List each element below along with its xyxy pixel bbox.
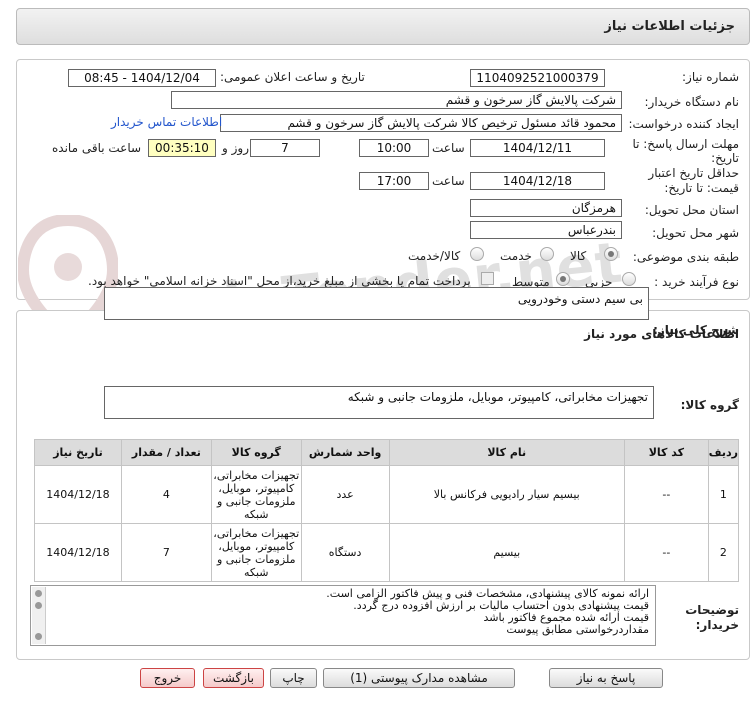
col-row: ردیف [707, 439, 740, 466]
buyer-notes-field: ارائه نمونه کالای پیشنهادی، مشخصات فنی و… [30, 585, 656, 646]
remaining-time-field: 00:35:10 [148, 139, 216, 157]
item-date: 1404/12/18 [34, 523, 122, 582]
exit-button[interactable]: خروج [140, 668, 195, 688]
col-unit: واحد شمارش [300, 439, 390, 466]
col-date: تاریخ نیاز [34, 439, 122, 466]
col-name: نام کالا [388, 439, 625, 466]
goods-section-title: اطلاعات کالاهای مورد نیاز [584, 327, 739, 341]
item-unit: عدد [300, 465, 390, 524]
validity-label: حداقل تاریخ اعتبار [648, 166, 739, 180]
creator-field: محمود قائد مسئول ترخیص کالا شرکت پالایش … [220, 114, 622, 132]
process-radio-minor[interactable] [622, 272, 636, 286]
goods-group-label: گروه کالا: [680, 398, 739, 412]
item-group-line: تجهیزات مخابراتی، [213, 468, 300, 482]
category-label: طبقه بندی موضوعی: [632, 250, 739, 264]
category-radio-service[interactable] [540, 247, 554, 261]
process-radio-medium[interactable] [556, 272, 570, 286]
notes-scrollbar[interactable] [32, 587, 46, 644]
deadline-label-2: تاریخ: [711, 151, 739, 165]
table-row: 1 -- بیسیم سیار رادیویی فرکانس بالا عدد … [34, 465, 740, 524]
creator-label: ایجاد کننده درخواست: [628, 117, 739, 131]
col-group: گروه کالا [210, 439, 302, 466]
city-field: بندرعباس [470, 221, 622, 239]
goods-group-field: تجهیزات مخابراتی، کامپیوتر، موبایل، ملزو… [104, 386, 654, 419]
validity-time-label: ساعت [432, 174, 465, 188]
print-button[interactable]: چاپ [270, 668, 317, 688]
deadline-time-field: 10:00 [359, 139, 429, 157]
treasury-payment-checkbox[interactable] [481, 272, 494, 285]
validity-date-field: 1404/12/18 [470, 172, 605, 190]
col-code: کد کالا [623, 439, 709, 466]
deadline-time-label: ساعت [432, 141, 465, 155]
row-number: 1 [707, 465, 740, 524]
contact-buyer-link[interactable]: اطلاعات تماس خریدار [111, 115, 222, 129]
page-header: جزئیات اطلاعات نیاز [16, 8, 750, 45]
table-row: 2 -- بیسیم دستگاه تجهیزات مخابراتی، کامپ… [34, 523, 740, 582]
city-label: شهر محل تحویل: [652, 226, 739, 240]
item-unit: دستگاه [300, 523, 390, 582]
item-group-line: تجهیزات مخابراتی، [213, 526, 300, 540]
item-group-line: ملزومات جانبی و [216, 552, 296, 566]
category-radio-goods-service[interactable] [470, 247, 484, 261]
validity-label-2: قیمت: تا تاریخ: [664, 181, 739, 195]
province-field: هرمزگان [470, 199, 622, 217]
item-group-line: کامپیوتر، موبایل، [218, 539, 295, 553]
row-number: 2 [707, 523, 740, 582]
buyer-org-field: شرکت پالایش گاز سرخون و قشم [171, 91, 622, 109]
item-name: بیسیم [388, 523, 625, 582]
description-field: بی سیم دستی وخودرویی [104, 287, 649, 320]
buyer-notes-label-2: خریدار: [695, 618, 739, 632]
item-code: -- [623, 465, 709, 524]
scroll-down-icon[interactable] [35, 633, 42, 640]
goods-table-header: ردیف کد کالا نام کالا واحد شمارش گروه کا… [34, 439, 740, 466]
category-radio-goods[interactable] [604, 247, 618, 261]
process-label: نوع فرآیند خرید : [654, 275, 739, 289]
item-group-line: ملزومات جانبی و [216, 494, 296, 508]
province-label: استان محل تحویل: [644, 203, 739, 217]
item-group: تجهیزات مخابراتی، کامپیوتر، موبایل، ملزو… [210, 523, 302, 582]
item-qty: 4 [120, 465, 212, 524]
announce-label: تاریخ و ساعت اعلان عمومی: [220, 70, 365, 84]
view-documents-button[interactable]: مشاهده مدارک پیوستی (1) [323, 668, 515, 688]
item-code: -- [623, 523, 709, 582]
page-title: جزئیات اطلاعات نیاز [604, 19, 735, 34]
back-button[interactable]: بازگشت [203, 668, 264, 688]
announce-date-field: 1404/12/04 - 08:45 [68, 69, 216, 87]
item-group-line: شبکه [243, 565, 269, 579]
reply-button[interactable]: پاسخ به نیاز [549, 668, 663, 688]
days-field: 7 [250, 139, 320, 157]
remaining-time-label: ساعت باقی مانده [52, 141, 142, 155]
deadline-label: مهلت ارسال پاسخ: تا [632, 137, 739, 151]
validity-time-field: 17:00 [359, 172, 429, 190]
item-qty: 7 [120, 523, 212, 582]
deadline-date-field: 1404/12/11 [470, 139, 605, 157]
item-group: تجهیزات مخابراتی، کامپیوتر، موبایل، ملزو… [210, 465, 302, 524]
goods-table: ردیف کد کالا نام کالا واحد شمارش گروه کا… [34, 439, 740, 582]
category-option-goods-service: کالا/خدمت [408, 249, 461, 263]
buyer-notes-label: توضیحات [685, 603, 739, 617]
item-group-line: شبکه [243, 507, 269, 521]
need-number-field: 1104092521000379 [470, 69, 605, 87]
need-number-label: شماره نیاز: [682, 70, 739, 84]
treasury-payment-note: پرداخت تمام یا بخشی از مبلغ خرید،از محل … [88, 274, 471, 288]
item-date: 1404/12/18 [34, 465, 122, 524]
scroll-up-icon[interactable] [35, 590, 42, 597]
buyer-note-line: مقداردرخواستی مطابق پیوست [506, 623, 649, 636]
category-option-service: خدمت [500, 249, 532, 263]
scroll-thumb[interactable] [35, 602, 42, 609]
item-group-line: کامپیوتر، موبایل، [218, 481, 295, 495]
buyer-org-label: نام دستگاه خریدار: [644, 95, 740, 109]
days-label: روز و [222, 141, 249, 155]
category-option-goods: کالا [570, 249, 587, 263]
item-name: بیسیم سیار رادیویی فرکانس بالا [388, 465, 625, 524]
col-qty: تعداد / مقدار [120, 439, 212, 466]
